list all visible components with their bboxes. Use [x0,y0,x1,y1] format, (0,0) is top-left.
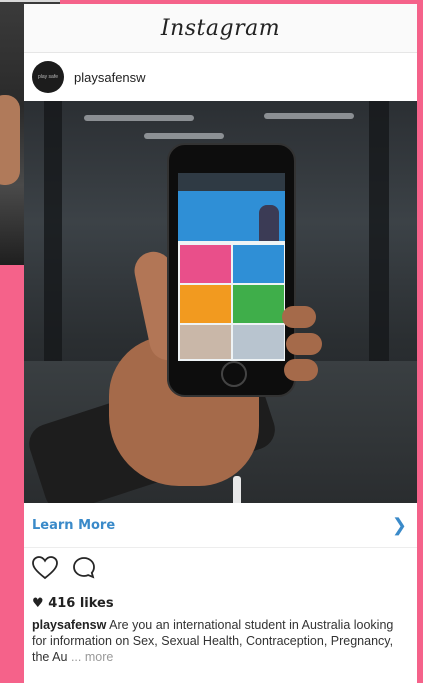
small-heart-icon: ♥ [32,596,44,611]
post-header[interactable]: play safe playsafensw [24,53,417,101]
more-link[interactable]: ... more [71,650,113,664]
screen-tile [180,245,231,283]
pillar [44,101,62,401]
caption: playsafensw Are you an international stu… [24,611,417,665]
phone-screen [178,173,285,361]
caption-username[interactable]: playsafensw [32,618,106,632]
background-hand [0,95,20,185]
comment-icon[interactable] [72,556,96,585]
home-button-icon [220,361,247,387]
screen-person [259,205,279,241]
ceiling-light [144,133,224,139]
screen-tile [233,285,284,323]
app-header: Instagram [24,4,417,53]
avatar[interactable]: play safe [32,61,64,93]
ceiling-light [84,115,194,121]
instagram-post-card: Instagram play safe playsafensw Learn Mo… [24,4,417,683]
like-count[interactable]: ♥ 416 likes [24,596,417,611]
learn-more-link[interactable]: Learn More ❯ [24,503,417,548]
finger [286,333,322,355]
screen-tile [233,245,284,283]
post-image[interactable] [24,101,417,503]
likes-text: 416 likes [48,596,114,611]
chevron-right-icon: ❯ [391,514,407,535]
action-bar [24,548,417,592]
finger [282,306,316,328]
screen-tile [180,325,231,359]
heart-icon[interactable] [32,555,58,585]
screen-hero [178,191,285,241]
smartphone [167,143,296,397]
charging-cable [233,476,241,503]
username[interactable]: playsafensw [74,70,146,85]
finger [284,359,318,381]
background-strip [0,0,60,2]
avatar-text: play safe [37,74,58,80]
instagram-logo: Instagram [160,15,281,41]
learn-more-label: Learn More [32,517,116,533]
screen-tile [180,285,231,323]
screen-header [178,173,285,191]
screen-tile [233,325,284,359]
pillar [369,101,389,401]
ceiling-light [264,113,354,119]
